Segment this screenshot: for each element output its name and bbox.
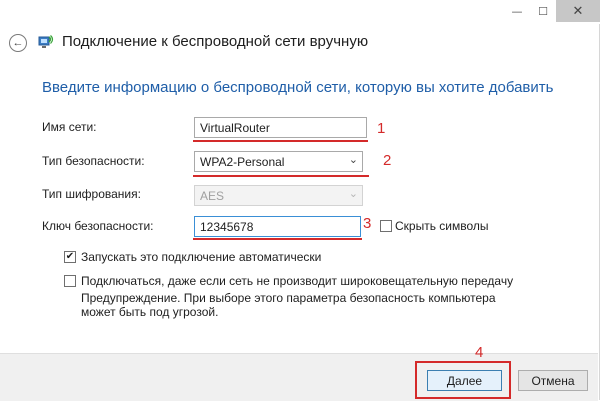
security-key-input[interactable]: 12345678 (194, 216, 361, 237)
maximize-button[interactable]: ☐ (530, 0, 556, 22)
back-arrow-icon[interactable]: ← (9, 34, 27, 52)
security-type-label: Тип безопасности: (42, 154, 145, 168)
network-name-input[interactable]: VirtualRouter (194, 117, 367, 138)
dialog-window: — ☐ ✕ ← Подключение к беспроводной сети … (0, 0, 600, 401)
chevron-down-icon: ⌄ (348, 154, 358, 166)
annotation-underline-3 (193, 238, 362, 240)
annotation-marker-1: 1 (377, 120, 386, 137)
close-button[interactable]: ✕ (556, 0, 600, 22)
next-button[interactable]: Далее (427, 370, 502, 391)
annotation-marker-4: 4 (475, 344, 484, 361)
auto-connect-checkbox[interactable]: ✔ (64, 251, 76, 263)
hide-characters-checkbox[interactable] (380, 220, 392, 232)
encryption-type-select: AES ⌄ (194, 185, 363, 206)
minimize-button[interactable]: — (504, 0, 530, 22)
hide-characters-label[interactable]: Скрыть символы (395, 219, 489, 233)
security-key-label: Ключ безопасности: (42, 219, 154, 233)
main-heading: Введите информацию о беспроводной сети, … (42, 79, 554, 96)
annotation-marker-2: 2 (383, 152, 392, 169)
encryption-type-value: AES (200, 189, 225, 203)
wireless-network-icon (38, 35, 54, 48)
security-type-value: WPA2-Personal (200, 155, 285, 169)
annotation-underline-2 (193, 175, 369, 177)
warning-text: Предупреждение. При выборе этого парамет… (81, 291, 496, 319)
title-bar: — ☐ ✕ (0, 0, 600, 24)
check-icon: ✔ (65, 251, 75, 262)
connect-hidden-label[interactable]: Подключаться, даже если сеть не производ… (81, 274, 513, 288)
encryption-type-label: Тип шифрования: (42, 187, 141, 201)
chevron-down-icon: ⌄ (348, 188, 358, 200)
cancel-button[interactable]: Отмена (518, 370, 588, 391)
annotation-marker-3: 3 (363, 215, 372, 232)
annotation-underline-1 (193, 140, 368, 142)
auto-connect-label[interactable]: Запускать это подключение автоматически (81, 250, 321, 264)
dialog-header: ← Подключение к беспроводной сети вручну… (0, 26, 600, 60)
network-name-label: Имя сети: (42, 120, 97, 134)
security-type-select[interactable]: WPA2-Personal ⌄ (194, 151, 363, 172)
connect-hidden-checkbox[interactable] (64, 275, 76, 287)
page-title: Подключение к беспроводной сети вручную (62, 33, 369, 50)
